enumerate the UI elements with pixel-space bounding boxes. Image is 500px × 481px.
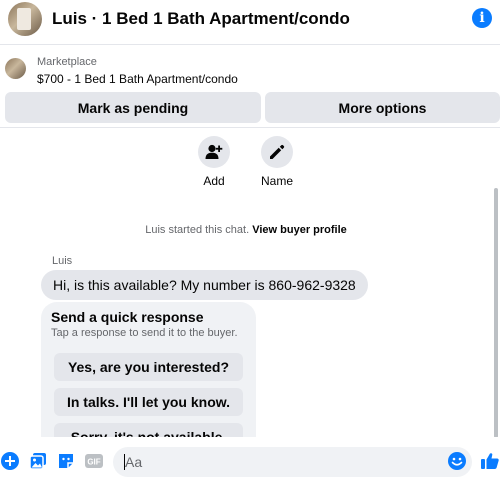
quick-response-subtitle: Tap a response to send it to the buyer. — [51, 327, 238, 339]
pencil-icon — [261, 136, 293, 168]
chat-started-text: Luis started this chat. — [145, 224, 250, 236]
quick-response-title: Send a quick response — [51, 309, 204, 325]
quick-action-label: Add — [203, 174, 225, 188]
message-bubble: Hi, is this available? My number is 860-… — [41, 270, 368, 300]
chat-scrollbar[interactable] — [494, 188, 498, 437]
message-input[interactable] — [123, 447, 433, 477]
more-options-button[interactable]: More options — [265, 92, 500, 123]
message-input-wrapper — [113, 447, 472, 477]
quick-response-option[interactable]: Yes, are you interested? — [54, 353, 243, 381]
thumbs-up-icon[interactable] — [480, 451, 500, 471]
gif-label: GIF — [87, 458, 100, 467]
view-buyer-profile-link[interactable]: View buyer profile — [252, 224, 347, 236]
quick-response-option[interactable]: Sorry, it's not available. — [54, 423, 243, 437]
quick-action-add[interactable]: Add — [184, 136, 244, 188]
sender-name: Luis — [52, 255, 73, 267]
quick-action-name[interactable]: Name — [247, 136, 307, 188]
listing-title: $700 - 1 Bed 1 Bath Apartment/condo — [37, 72, 238, 86]
message-composer: GIF — [0, 439, 500, 481]
conversation-title[interactable]: Luis · 1 Bed 1 Bath Apartment/condo — [52, 9, 350, 29]
quick-response-card: Send a quick response Tap a response to … — [41, 302, 256, 437]
listing-thumbnail — [5, 58, 26, 79]
sticker-icon[interactable] — [56, 451, 76, 471]
listing-actions: Mark as pending More options — [0, 92, 500, 124]
chat-area: Add Name Luis started this chat. View bu… — [0, 127, 500, 437]
quick-action-label: Name — [260, 174, 293, 188]
listing-source: Marketplace — [37, 56, 97, 68]
quick-response-option[interactable]: In talks. I'll let you know. — [54, 388, 243, 416]
chat-started-notice: Luis started this chat. View buyer profi… — [0, 224, 492, 236]
conversation-header: Luis · 1 Bed 1 Bath Apartment/condo i — [0, 0, 500, 45]
add-person-icon — [198, 136, 230, 168]
listing-summary[interactable]: Marketplace $700 - 1 Bed 1 Bath Apartmen… — [0, 48, 500, 92]
message-text: Hi, is this available? My number is 860-… — [53, 277, 356, 293]
emoji-icon[interactable] — [447, 451, 467, 471]
plus-circle-icon[interactable] — [0, 451, 20, 471]
gif-icon[interactable]: GIF — [84, 451, 104, 471]
photo-icon[interactable] — [28, 451, 48, 471]
apartment-photo-avatar[interactable] — [8, 2, 42, 36]
info-icon[interactable]: i — [472, 8, 492, 28]
mark-as-pending-button[interactable]: Mark as pending — [5, 92, 261, 123]
